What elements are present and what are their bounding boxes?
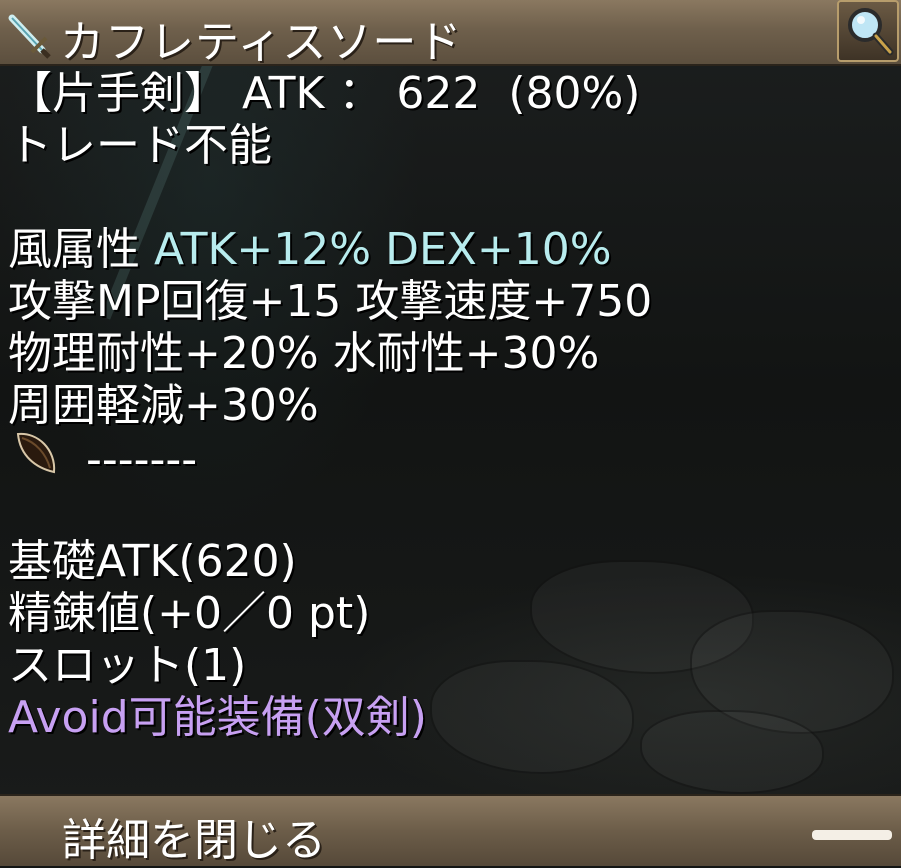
trade-status: トレード不能 xyxy=(8,120,272,171)
element-label: 風属性 xyxy=(8,224,154,275)
close-details-label[interactable]: 詳細を閉じる xyxy=(62,804,326,868)
title-bar: カフレティスソード xyxy=(0,0,901,68)
base-atk: 基礎ATK(620) xyxy=(8,536,297,587)
minimize-icon[interactable] xyxy=(812,830,892,840)
avoid-equip: Avoid可能装備(双剣) xyxy=(8,692,427,743)
leaf-icon xyxy=(16,432,56,474)
stat-line: 物理耐性+20% 水耐性+30% xyxy=(8,328,600,379)
element-bonus: ATK+12% DEX+10% xyxy=(154,224,612,275)
search-button[interactable] xyxy=(837,0,899,62)
refine-value: 精錬値(+0／0 pt) xyxy=(8,588,371,639)
close-details-bar[interactable]: 詳細を閉じる xyxy=(0,794,901,866)
element-line: 風属性 ATK+12% DEX+10% xyxy=(8,224,612,276)
stat-line: 攻撃MP回復+15 攻撃速度+750 xyxy=(8,276,653,327)
sword-icon xyxy=(8,14,51,59)
slot-empty-line: ------- xyxy=(86,434,198,485)
stat-line: 周囲軽減+30% xyxy=(8,380,319,431)
weapon-type-atk: 【片手剣】 ATK ： 622 (80%) xyxy=(8,68,641,119)
slot-count: スロット(1) xyxy=(8,640,247,691)
item-name: カフレティスソード xyxy=(60,17,463,68)
magnifier-icon xyxy=(848,8,894,56)
